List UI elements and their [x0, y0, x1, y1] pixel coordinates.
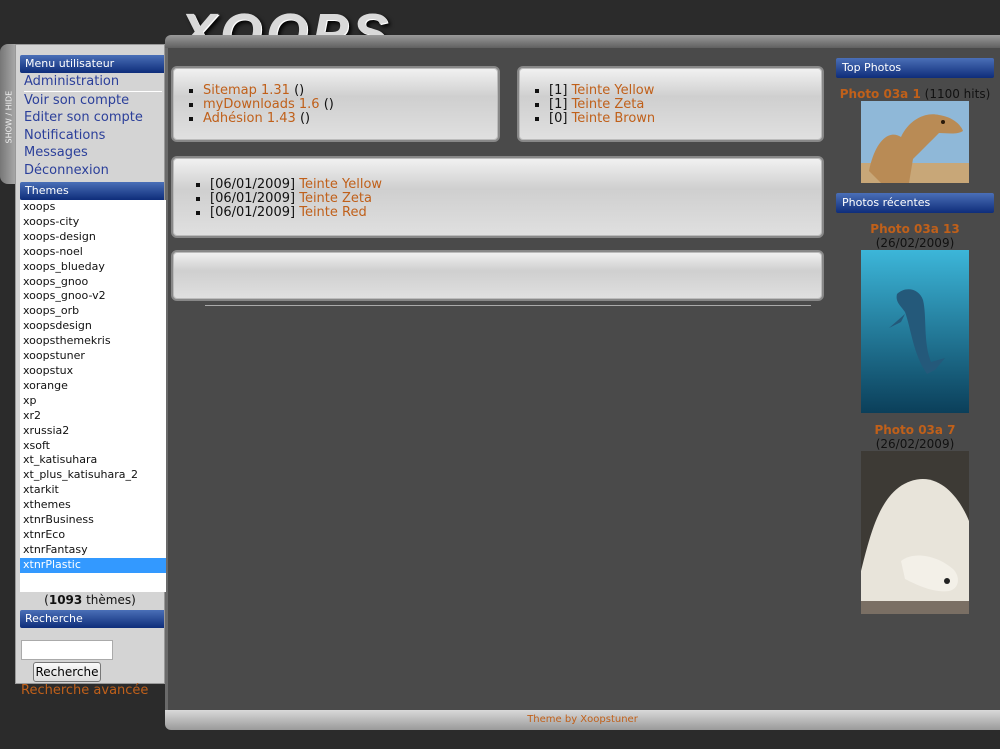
recent-photo-caption: Photo 03a 13 (26/02/2009)	[836, 222, 994, 250]
theme-option[interactable]: xoopstuner	[20, 349, 166, 364]
recent-photos-title: Photos récentes	[836, 193, 994, 213]
recent-photo-caption: Photo 03a 7 (26/02/2009)	[836, 423, 994, 451]
menu-item-logout[interactable]: Déconnexion	[24, 162, 164, 180]
menu-item-edit-account[interactable]: Editer son compte	[24, 109, 164, 127]
module-count: ()	[294, 83, 305, 98]
show-hide-toggle[interactable]: SHOW / HIDE	[0, 44, 16, 184]
list-item: myDownloads 1.6 ()	[203, 98, 498, 112]
photo-link[interactable]: Photo 03a 13	[870, 222, 959, 236]
menu-item-view-account[interactable]: Voir son compte	[24, 92, 164, 110]
theme-link[interactable]: Teinte Yellow	[572, 83, 655, 98]
rank-count: [1]	[549, 97, 568, 112]
theme-option[interactable]: xoops-city	[20, 215, 166, 230]
recent-downloads-panel: [06/01/2009] Teinte Yellow [06/01/2009] …	[171, 156, 824, 238]
module-count: ()	[323, 97, 334, 112]
menu-item-notifications[interactable]: Notifications	[24, 127, 164, 145]
rank-count: [0]	[549, 111, 568, 126]
right-column: Top Photos Photo 03a 1 (1100 hits) Photo…	[836, 58, 994, 614]
modules-panel: Sitemap 1.31 () myDownloads 1.6 () Adhés…	[171, 66, 500, 142]
photo-link[interactable]: Photo 03a 7	[874, 423, 955, 437]
advanced-search-link[interactable]: Recherche avancée	[21, 683, 164, 698]
photo-date: (26/02/2009)	[875, 236, 955, 250]
theme-link[interactable]: Teinte Brown	[572, 111, 656, 126]
theme-option[interactable]: xoopsdesign	[20, 319, 166, 334]
theme-option[interactable]: xtarkit	[20, 483, 166, 498]
theme-option[interactable]: xtnrFantasy	[20, 543, 166, 558]
theme-option[interactable]: xt_katisuhara	[20, 453, 166, 468]
show-hide-label: SHOW / HIDE	[4, 90, 14, 144]
theme-count-suffix: thèmes	[86, 593, 132, 607]
module-link[interactable]: Adhésion 1.43	[203, 111, 296, 126]
date-label: [06/01/2009]	[210, 191, 296, 206]
theme-option[interactable]: xoops	[20, 200, 166, 215]
module-link[interactable]: Sitemap 1.31	[203, 83, 290, 98]
menu-item-messages[interactable]: Messages	[24, 144, 164, 162]
theme-option[interactable]: xoopsthemekris	[20, 334, 166, 349]
theme-option[interactable]: xoops-noel	[20, 245, 166, 260]
photo-hits: (1100 hits)	[924, 87, 991, 101]
theme-option[interactable]: xtnrBusiness	[20, 513, 166, 528]
theme-option[interactable]: xoops_gnoo-v2	[20, 289, 166, 304]
theme-count: (1093 thèmes)	[44, 593, 136, 607]
rank-count: [1]	[549, 83, 568, 98]
theme-link[interactable]: Teinte Red	[299, 205, 367, 220]
theme-option[interactable]: xsoft	[20, 439, 166, 454]
photo-date: (26/02/2009)	[875, 437, 955, 451]
theme-count-number: 1093	[48, 593, 83, 607]
photo-link[interactable]: Photo 03a 1	[840, 87, 921, 101]
search-button[interactable]: Recherche	[33, 662, 101, 682]
theme-option[interactable]: xoops_gnoo	[20, 275, 166, 290]
theme-option[interactable]: xoops_blueday	[20, 260, 166, 275]
list-item: Sitemap 1.31 ()	[203, 84, 498, 98]
theme-link[interactable]: Teinte Zeta	[299, 191, 372, 206]
top-photo-caption: Photo 03a 1 (1100 hits)	[836, 87, 994, 101]
camel-photo[interactable]	[861, 101, 969, 183]
list-item: [06/01/2009] Teinte Yellow	[210, 178, 822, 192]
date-label: [06/01/2009]	[210, 205, 296, 220]
search-input[interactable]	[21, 640, 113, 660]
theme-option[interactable]: xoops-design	[20, 230, 166, 245]
themes-title: Themes	[20, 182, 164, 200]
downloads-ranking-panel: [1] Teinte Yellow [1] Teinte Zeta [0] Te…	[517, 66, 824, 142]
theme-option[interactable]: xrussia2	[20, 424, 166, 439]
theme-option[interactable]: xp	[20, 394, 166, 409]
theme-option[interactable]: xorange	[20, 379, 166, 394]
list-item: [1] Teinte Yellow	[549, 84, 822, 98]
list-item: Adhésion 1.43 ()	[203, 112, 498, 126]
list-item: [06/01/2009] Teinte Red	[210, 206, 822, 220]
module-count: ()	[299, 111, 311, 126]
date-label: [06/01/2009]	[210, 177, 296, 192]
list-item: [06/01/2009] Teinte Zeta	[210, 192, 822, 206]
theme-option[interactable]: xthemes	[20, 498, 166, 513]
theme-option[interactable]: xtnrPlastic	[20, 557, 166, 573]
themes-listbox[interactable]: xoops xoops-city xoops-design xoops-noel xoo…	[20, 200, 166, 592]
search-title: Recherche	[20, 610, 164, 628]
list-item: [1] Teinte Zeta	[549, 98, 822, 112]
theme-option[interactable]: xoops_orb	[20, 304, 166, 319]
menu-item-administration[interactable]: Administration	[24, 73, 162, 92]
theme-link[interactable]: Teinte Yellow	[299, 177, 382, 192]
top-photos-title: Top Photos	[836, 58, 994, 78]
top-bar	[165, 35, 1000, 49]
user-menu-list: Administration Voir son compte Editer so…	[16, 73, 164, 179]
theme-option[interactable]: xoopstux	[20, 364, 166, 379]
theme-option[interactable]: xr2	[20, 409, 166, 424]
theme-option[interactable]: xtnrEco	[20, 528, 166, 543]
module-link[interactable]: myDownloads 1.6	[203, 97, 320, 112]
dolphin-photo[interactable]	[861, 250, 969, 413]
content-divider	[205, 305, 811, 306]
footer-credit[interactable]: Theme by Xoopstuner	[165, 710, 1000, 730]
polar-bear-photo[interactable]	[861, 451, 969, 614]
theme-option[interactable]: xt_plus_katisuhara_2	[20, 468, 166, 483]
empty-panel	[171, 250, 824, 301]
list-item: [0] Teinte Brown	[549, 112, 822, 126]
left-sidebar: Menu utilisateur Administration Voir son…	[15, 44, 166, 698]
theme-link[interactable]: Teinte Zeta	[572, 97, 645, 112]
user-menu-title: Menu utilisateur	[20, 55, 164, 73]
